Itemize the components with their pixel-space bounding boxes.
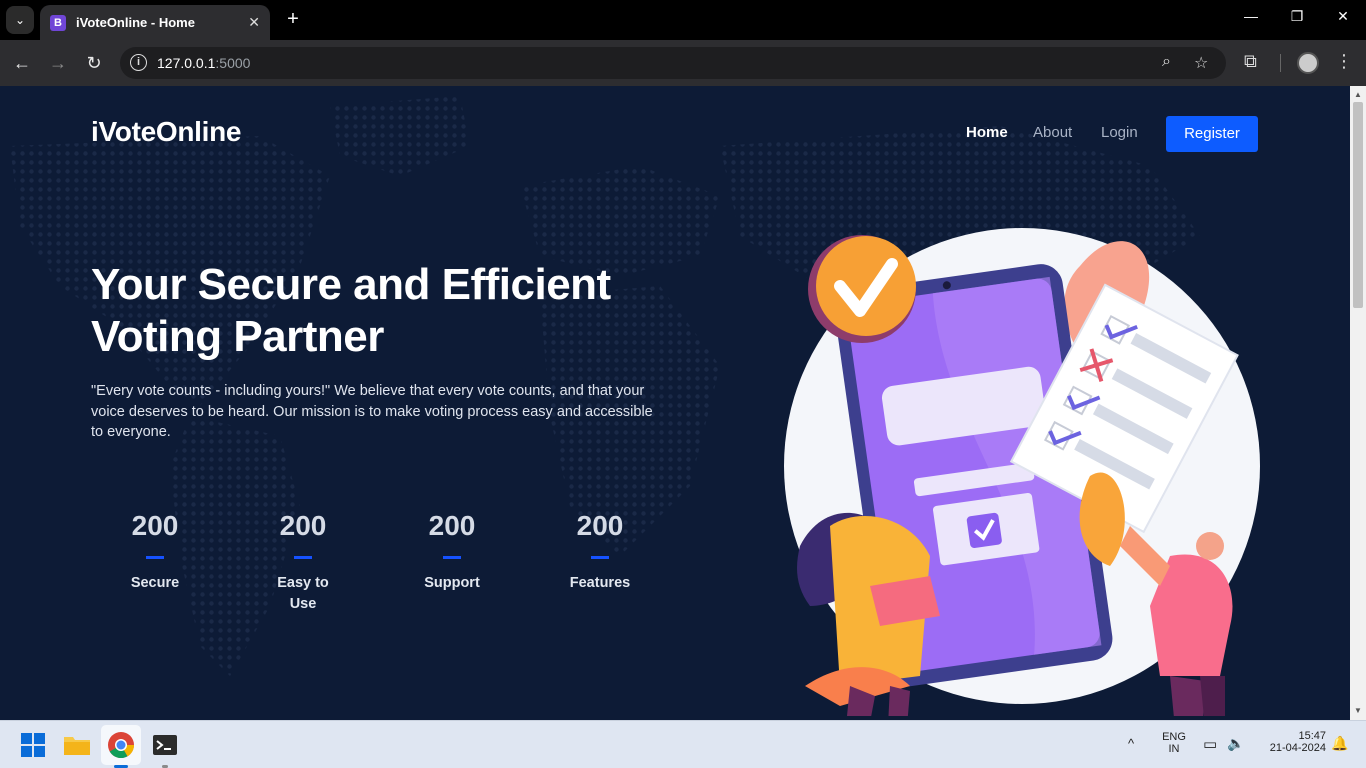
stat-value: 200 [428,510,476,541]
window-restore-icon[interactable]: ❐ [1282,8,1312,25]
tab-close-icon[interactable]: ✕ [248,14,260,31]
nav-link-login[interactable]: Login [1101,124,1138,141]
notification-bell-icon[interactable]: 🔔 [1331,735,1348,752]
file-explorer-icon[interactable] [61,729,93,761]
stat-secure: 200 Secure [85,510,225,594]
volume-icon[interactable]: 🔈 [1227,735,1244,752]
nav-link-home[interactable]: Home [966,124,1008,141]
stat-value: 200 [576,510,624,541]
browser-menu-dots-icon[interactable]: ⋮ [1335,51,1353,72]
stat-value: 200 [131,510,179,541]
profile-avatar[interactable] [1297,52,1319,74]
stat-label: Support [424,575,480,591]
voting-illustration [784,228,1260,716]
stat-label: Easy to Use [277,575,329,612]
stat-divider [443,556,461,559]
network-icon[interactable]: ▭ [1203,735,1217,753]
windows-taskbar: ^ ENG IN ▭ 🔈 15:47 21-04-2024 🔔 [0,720,1366,768]
terminal-icon[interactable] [149,729,181,761]
bookmark-star-icon[interactable]: ☆ [1194,53,1208,73]
forward-arrow-icon[interactable]: → [45,50,71,76]
stat-divider [146,556,164,559]
stat-features: 200 Features [530,510,670,594]
stat-divider [294,556,312,559]
toolbar-divider [1280,54,1281,72]
tab-title: iVoteOnline - Home [76,15,195,30]
windows-start-icon[interactable] [17,729,49,761]
reload-icon[interactable]: ↻ [81,50,107,76]
show-hidden-icons-chevron-icon[interactable]: ^ [1128,736,1134,751]
extensions-puzzle-icon[interactable]: ⧉ [1244,51,1257,72]
window-minimize-icon[interactable]: — [1236,8,1266,24]
browser-tab-active[interactable]: B iVoteOnline - Home ✕ [40,5,270,40]
nav-link-about[interactable]: About [1033,124,1072,141]
clock-date: 21-04-2024 [1269,742,1326,754]
web-page: iVoteOnline Home About Login Register Yo… [0,86,1350,720]
lang-bottom: IN [1168,743,1180,755]
hero-description: "Every vote counts - including yours!" W… [91,383,653,440]
scroll-down-arrow-icon[interactable]: ▼ [1353,706,1363,715]
site-info-icon[interactable]: i [130,54,147,71]
stat-label: Features [569,575,631,591]
zoom-magnifier-icon[interactable]: ⌕ [1162,53,1171,71]
chrome-browser-icon[interactable] [105,729,137,761]
scroll-up-arrow-icon[interactable]: ▲ [1353,90,1363,99]
new-tab-plus-icon[interactable]: + [283,8,303,32]
url-port: :5000 [215,55,251,71]
tab-search-chevron-icon[interactable]: ⌄ [6,6,34,34]
address-bar[interactable]: i 127.0.0.1:5000 ⌕ ☆ [120,47,1226,79]
url-host: 127.0.0.1 [157,55,216,71]
stat-easy-to-use: 200 Easy to Use [233,510,373,615]
hero-title: Your Secure and Efficient Voting Partner [91,260,611,361]
site-brand-logo[interactable]: iVoteOnline [91,116,242,148]
stat-value: 200 [279,510,327,541]
address-url[interactable]: 127.0.0.1:5000 [157,55,250,71]
scroll-thumb[interactable] [1353,102,1363,308]
stat-support: 200 Support [382,510,522,594]
site-favicon-icon: B [50,14,66,31]
stat-divider [591,556,609,559]
stat-label: Secure [130,575,180,591]
window-close-icon[interactable]: ✕ [1328,8,1358,25]
lang-top: ENG [1162,731,1186,743]
back-arrow-icon[interactable]: ← [9,50,35,76]
clock[interactable]: 15:47 21-04-2024 [1256,730,1326,754]
browser-tab-bar: ⌄ B iVoteOnline - Home ✕ + — ❐ ✕ [0,0,1366,40]
input-language-indicator[interactable]: ENG IN [1158,731,1190,755]
clock-time: 15:47 [1298,730,1326,742]
page-scrollbar[interactable]: ▲ ▼ [1350,86,1366,720]
register-button[interactable]: Register [1166,116,1258,152]
